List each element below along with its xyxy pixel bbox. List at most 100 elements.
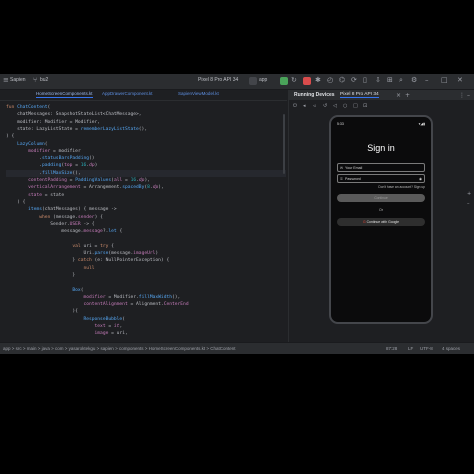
maximize-icon[interactable]: □ <box>441 76 448 85</box>
stop-icon[interactable] <box>303 77 311 85</box>
code-line: chatMessages: SnapshotStateList<ChatMess… <box>6 112 142 118</box>
settings-icon[interactable]: ⚙ <box>411 76 417 85</box>
overview-icon[interactable]: □ <box>353 102 358 111</box>
code-line: ){ <box>6 309 78 315</box>
code-line: modifier: Modifier = Modifier, <box>6 119 101 125</box>
google-sign-in-button[interactable]: G Continue with Google <box>337 218 425 226</box>
close-tab-icon[interactable]: × <box>396 91 401 100</box>
code-line: LazyColumn( <box>17 141 48 147</box>
sdk-manager-icon[interactable]: ⇩ <box>375 76 381 85</box>
emulator-phone[interactable]: 5:33 ▾◢▮ Sign in ✉ Your Email ⚿ Password… <box>329 115 433 324</box>
code-line: contentPadding = PaddingValues(all = 16.… <box>28 178 150 183</box>
or-divider: Or <box>379 208 383 212</box>
volume-down-icon[interactable]: ◃ <box>313 102 316 111</box>
code-line: image = uri, <box>94 331 128 337</box>
code-line: ) { <box>6 134 15 140</box>
editor-tabs: HomeScreenComponents.kt AppDrawerCompone… <box>0 90 287 101</box>
main-toolbar: ≡ Sapien ⑂ bu2 Pixel 8 Pro API 34 app ↻ … <box>0 74 474 90</box>
profiler-icon[interactable]: ◴ <box>327 76 333 85</box>
code-line: state = state <box>28 192 65 198</box>
continue-button[interactable]: Continue <box>337 194 425 202</box>
code-line: } catch (e: NullPointerException) { <box>6 258 170 264</box>
code-line: state: LazyListState = rememberLazyListS… <box>6 126 148 132</box>
apply-changes-icon[interactable]: ↻ <box>291 76 297 85</box>
code-line: Uri.parse(message.imageUrl) <box>6 251 159 256</box>
status-bar: app > src > main > java > com > yasarokt… <box>0 342 474 354</box>
home-icon[interactable]: ○ <box>343 102 347 111</box>
password-field[interactable]: ⚿ Password ◉ <box>337 174 425 183</box>
file-encoding[interactable]: UTF-8 <box>420 346 433 351</box>
code-line: .statusBarsPadding() <box>6 156 95 162</box>
close-icon[interactable]: ✕ <box>457 76 463 85</box>
caret-position[interactable]: 87:28 <box>386 346 397 351</box>
visibility-icon[interactable]: ◉ <box>419 177 422 181</box>
line-separator[interactable]: LF <box>408 346 413 351</box>
back-icon[interactable]: ◁ <box>333 102 337 111</box>
mail-icon: ✉ <box>340 165 344 170</box>
zoom-in-icon[interactable]: + <box>467 190 471 199</box>
google-button-label: Continue with Google <box>366 220 399 224</box>
debug-icon[interactable]: ✱ <box>315 76 321 85</box>
code-line: text = it, <box>94 324 123 329</box>
code-line: contentAlignment = Alignment.CenterEnd <box>83 302 189 308</box>
device-selector[interactable]: Pixel 8 Pro API 34 <box>198 77 238 83</box>
code-line: .padding(top = 16.dp) <box>6 163 98 169</box>
running-devices-header: Running Devices Pixel 8 Pro API 34 × + ⋮… <box>289 90 474 100</box>
email-placeholder: Your Email <box>345 165 363 170</box>
device-manager-icon[interactable]: ▯ <box>363 76 367 85</box>
email-field[interactable]: ✉ Your Email <box>337 163 425 172</box>
code-editor[interactable]: fun ChatContent( chatMessages: SnapshotS… <box>6 104 286 340</box>
project-name[interactable]: Sapien <box>10 77 26 83</box>
volume-up-icon[interactable]: ◂ <box>303 102 306 111</box>
sign-in-title: Sign in <box>367 143 395 153</box>
sync-icon[interactable]: ⟳ <box>351 76 357 85</box>
code-line: Sender.USER -> { <box>6 221 95 227</box>
power-icon[interactable]: ⏻ <box>293 102 297 111</box>
code-line: when (message.sender) { <box>39 214 103 220</box>
run-icon[interactable] <box>280 77 288 85</box>
more-options-icon[interactable]: ⋮ <box>459 91 465 100</box>
code-line: ResponseBubble( <box>83 316 125 322</box>
code-line: modifier = Modifier.fillMaxWidth(), <box>83 294 181 300</box>
tab-sapien-view-model[interactable]: SapienViewModel.kt <box>178 91 219 96</box>
lock-icon: ⚿ <box>340 176 343 181</box>
menu-icon[interactable]: ≡ <box>3 76 9 85</box>
code-line: ) { <box>6 199 26 205</box>
branch-icon: ⑂ <box>33 76 38 84</box>
editor-scrollbar[interactable] <box>283 114 285 174</box>
zoom-out-icon[interactable]: – <box>467 200 470 209</box>
code-line: null <box>83 265 95 271</box>
avd-icon[interactable]: ⊞ <box>387 76 393 85</box>
screenshot-icon[interactable]: ⊡ <box>363 102 367 111</box>
editor-gutter <box>0 101 4 341</box>
running-devices-title: Running Devices <box>294 92 335 98</box>
password-placeholder: Password <box>345 176 361 181</box>
code-line: items(chatMessages) { message -> <box>28 207 117 213</box>
attach-debugger-icon[interactable]: ⌬ <box>339 76 345 85</box>
tab-home-screen-components[interactable]: HomeScreenComponents.kt <box>36 91 93 98</box>
code-line: modifier = modifier <box>28 148 81 154</box>
code-line: message.message?.let { <box>6 229 123 235</box>
device-toolbar: ⏻ ◂ ◃ ↺ ◁ ○ □ ⊡ <box>289 101 474 111</box>
branch-name[interactable]: bu2 <box>40 77 48 83</box>
breadcrumb[interactable]: app > src > main > java > com > yasarokt… <box>3 346 236 351</box>
sign-up-link[interactable]: Don't have an account? Sign up <box>378 185 425 189</box>
rotate-icon[interactable]: ↺ <box>323 102 327 111</box>
tab-app-drawer-component[interactable]: AppDrawerComponent.kt <box>102 91 153 96</box>
phone-status-icons: ▾◢▮ <box>418 122 425 126</box>
running-devices-panel: Running Devices Pixel 8 Pro API 34 × + ⋮… <box>288 90 474 342</box>
code-line: verticalArrangement = Arrangement.spaced… <box>28 185 164 191</box>
indent-setting[interactable]: 4 spaces <box>442 346 460 351</box>
hide-panel-icon[interactable]: – <box>467 91 470 100</box>
phone-clock: 5:33 <box>337 122 344 126</box>
search-icon[interactable]: ⌕ <box>399 76 403 85</box>
device-tab[interactable]: Pixel 8 Pro API 34 <box>340 92 379 98</box>
android-app-icon <box>249 77 257 85</box>
add-device-icon[interactable]: + <box>405 91 410 100</box>
run-config-selector[interactable]: app <box>259 77 267 83</box>
android-studio-window: ≡ Sapien ⑂ bu2 Pixel 8 Pro API 34 app ↻ … <box>0 74 474 354</box>
minimize-icon[interactable]: – <box>425 76 429 85</box>
code-line: Box( <box>72 287 84 293</box>
